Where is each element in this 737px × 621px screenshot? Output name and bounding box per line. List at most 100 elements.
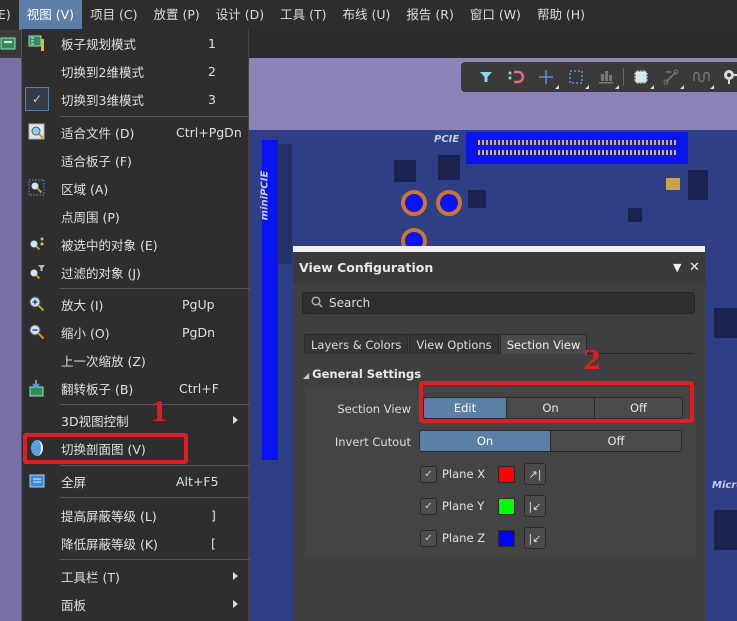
- probe-icon[interactable]: [716, 62, 737, 92]
- menu-item-panels[interactable]: 面板: [22, 590, 250, 618]
- plane-z-label: Plane Z: [442, 531, 486, 545]
- menu-route[interactable]: 布线 (U): [335, 0, 399, 30]
- ic-chip: [628, 208, 642, 222]
- pcie-label: PCIE: [434, 134, 460, 145]
- fullscreen-icon: [28, 472, 46, 490]
- panel-close-icon[interactable]: ✕: [689, 252, 700, 283]
- menu-item-lower-mask-level[interactable]: 降低屏蔽等级 (K) [: [22, 529, 250, 557]
- menu-item-fit-board[interactable]: 适合板子 (F): [22, 146, 250, 174]
- menu-item-filtered-objects[interactable]: 过滤的对象 (J): [22, 258, 250, 286]
- menu-item-label: 板子规划模式: [61, 36, 137, 52]
- menu-edit[interactable]: E): [0, 0, 19, 30]
- select-rect-icon[interactable]: [561, 62, 591, 92]
- plane-x-checkbox[interactable]: ✓: [420, 465, 437, 483]
- menu-item-shortcut: 1: [208, 35, 216, 51]
- panel-search[interactable]: [302, 292, 695, 314]
- ic-chip: [688, 170, 708, 200]
- minipcie-slot: [278, 144, 292, 264]
- menu-item-toolbars[interactable]: 工具栏 (T): [22, 562, 250, 590]
- left-toolbar: [0, 30, 22, 58]
- menu-item-3d-view-control[interactable]: 3D视图控制: [22, 406, 250, 434]
- ic-chip: [468, 190, 486, 208]
- menu-item-label: 区域 (A): [61, 181, 109, 197]
- general-settings-header[interactable]: ◢ General Settings: [303, 367, 421, 381]
- invert-cutout-on-button[interactable]: On: [420, 431, 551, 451]
- route-icon[interactable]: [656, 62, 686, 92]
- menu-item-label: 全屏: [61, 474, 87, 490]
- menu-item-selected-objects[interactable]: 被选中的对象 (E): [22, 230, 250, 258]
- plane-z-checkbox[interactable]: ✓: [420, 529, 437, 547]
- plane-x-color-swatch[interactable]: [498, 465, 515, 483]
- menu-view[interactable]: 视图 (V): [18, 0, 83, 30]
- annotation-highlight-1: [23, 433, 188, 464]
- tab-view-options[interactable]: View Options: [409, 334, 499, 354]
- collapse-triangle-icon: ◢: [303, 371, 310, 380]
- annotation-highlight-2: [419, 381, 694, 423]
- plane-z-color-swatch[interactable]: [498, 529, 515, 547]
- search-icon: [311, 295, 323, 311]
- plane-y-direction-button[interactable]: |↙: [524, 495, 546, 517]
- tab-layers-colors[interactable]: Layers & Colors: [304, 334, 409, 354]
- section-title: General Settings: [312, 367, 422, 381]
- plane-x-direction-button[interactable]: ↗|: [524, 463, 546, 485]
- align-icon[interactable]: [591, 62, 621, 92]
- snap-magnet-icon[interactable]: [501, 62, 531, 92]
- menu-item-fit-document[interactable]: 适合文件 (D) Ctrl+PgDn: [22, 118, 250, 146]
- menu-item-flip-board[interactable]: 翻转板子 (B) Ctrl+F: [22, 374, 250, 402]
- sma-connector: [436, 190, 462, 216]
- menu-design[interactable]: 设计 (D): [208, 0, 272, 30]
- menu-place[interactable]: 放置 (P): [146, 0, 208, 30]
- filter-icon[interactable]: [471, 62, 501, 92]
- menu-project[interactable]: 项目 (C): [82, 0, 145, 30]
- plane-y-label: Plane Y: [442, 499, 485, 513]
- menu-item-area[interactable]: 区域 (A): [22, 174, 250, 202]
- cross-icon[interactable]: [531, 62, 561, 92]
- menu-item-raise-mask-level[interactable]: 提高屏蔽等级 (L) ]: [22, 501, 250, 529]
- menu-item-shortcut: 2: [208, 63, 216, 79]
- menu-item-around-point[interactable]: 点周围 (P): [22, 202, 250, 230]
- ic-chip: [714, 510, 737, 550]
- plane-y-checkbox[interactable]: ✓: [420, 497, 437, 515]
- plane-y-row: ✓ Plane Y |↙: [420, 495, 546, 517]
- menu-item-2d-mode[interactable]: 切换到2维模式 2: [22, 57, 250, 85]
- menu-item-fullscreen[interactable]: 全屏 Alt+F5: [22, 467, 250, 495]
- submenu-arrow-icon: [233, 600, 238, 608]
- invert-cutout-off-button[interactable]: Off: [551, 431, 681, 451]
- micro-label: Micro: [712, 480, 737, 491]
- menu-item-last-zoom[interactable]: 上一次缩放 (Z): [22, 346, 250, 374]
- menu-item-zoom-in[interactable]: 放大 (I) PgUp: [22, 290, 250, 318]
- menu-item-shortcut: 3: [208, 91, 216, 107]
- search-input[interactable]: [329, 296, 669, 310]
- menu-item-3d-mode[interactable]: ✓ 切换到3维模式 3: [22, 85, 250, 113]
- invert-cutout-toggle: On Off: [419, 430, 682, 452]
- wave-icon[interactable]: [686, 62, 716, 92]
- submenu-arrow-icon: [233, 416, 238, 424]
- pcie-pins-top: [478, 140, 676, 145]
- menu-item-label: 3D视图控制: [61, 413, 129, 429]
- menu-item-shortcut: [: [211, 535, 216, 551]
- view-menu-dropdown: 板子规划模式 1 切换到2维模式 2 ✓ 切换到3维模式 3 适合文件 (D) …: [21, 29, 250, 621]
- menu-window[interactable]: 窗口 (W): [462, 0, 529, 30]
- menu-item-label: 放大 (I): [61, 297, 104, 313]
- menu-tools[interactable]: 工具 (T): [272, 0, 334, 30]
- annotation-step-2: 2: [583, 346, 602, 376]
- plane-y-color-swatch[interactable]: [498, 497, 515, 515]
- menu-separator: [60, 465, 250, 466]
- menu-item-board-planning[interactable]: 板子规划模式 1: [22, 29, 250, 57]
- pcb-doc-icon[interactable]: [0, 37, 20, 51]
- component-icon[interactable]: [626, 62, 656, 92]
- menu-item-label: 提高屏蔽等级 (L): [61, 508, 157, 524]
- menu-item-label: 适合板子 (F): [61, 153, 132, 169]
- canvas-edge: [0, 58, 22, 621]
- menu-reports[interactable]: 报告 (R): [398, 0, 461, 30]
- submenu-arrow-icon: [233, 572, 238, 580]
- zoom-selected-icon: [28, 235, 46, 253]
- menu-item-label: 被选中的对象 (E): [61, 237, 158, 253]
- menu-item-zoom-out[interactable]: 缩小 (O) PgDn: [22, 318, 250, 346]
- tab-section-view[interactable]: Section View: [499, 334, 588, 354]
- panel-menu-dropdown-icon[interactable]: ▼: [673, 252, 681, 283]
- menu-help[interactable]: 帮助 (H): [529, 0, 593, 30]
- menu-separator: [60, 497, 250, 498]
- plane-z-direction-button[interactable]: |↙: [524, 527, 546, 549]
- app-window: E) 视图 (V) 项目 (C) 放置 (P) 设计 (D) 工具 (T) 布线…: [0, 0, 737, 621]
